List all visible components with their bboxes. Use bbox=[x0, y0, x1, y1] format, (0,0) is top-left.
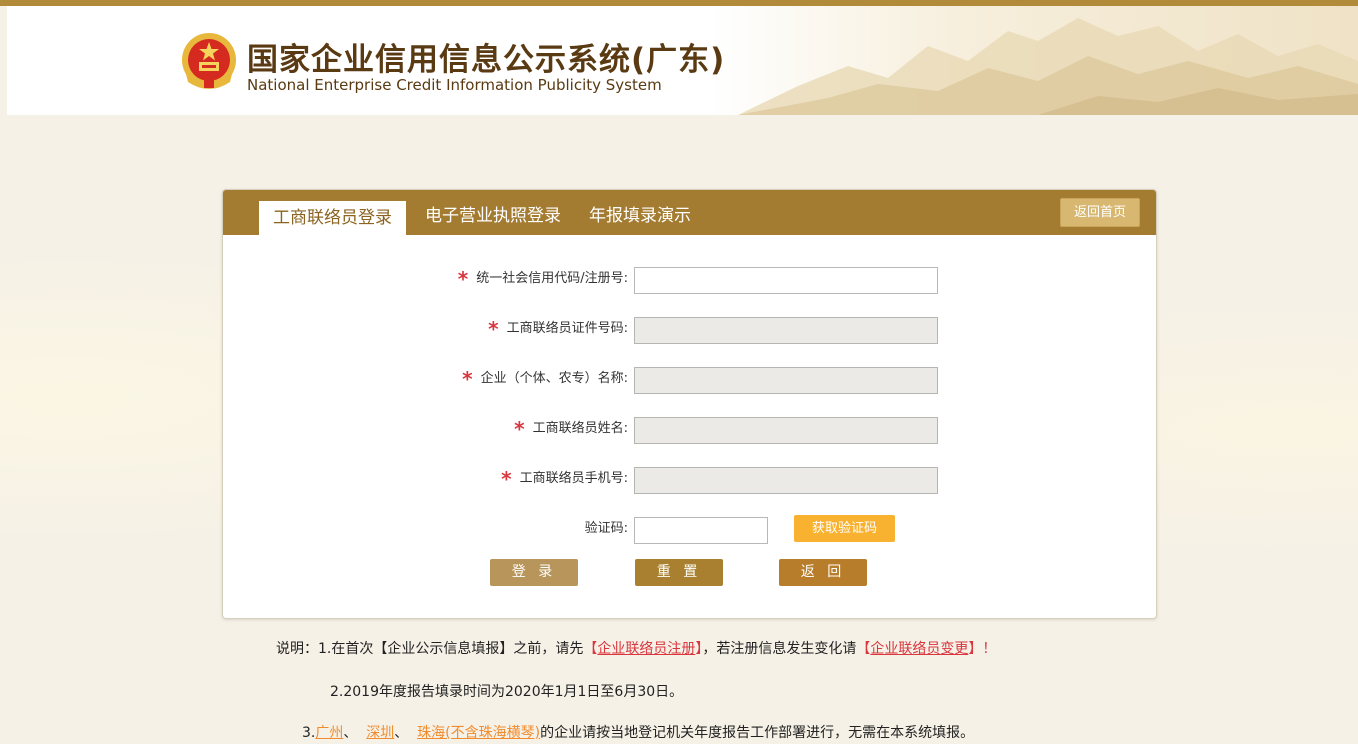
credit-code-input[interactable] bbox=[634, 267, 938, 294]
credit-code-label: * 统一社会信用代码/注册号: bbox=[457, 267, 628, 291]
liaison-name-input[interactable] bbox=[634, 417, 938, 444]
note-line-3: 3.广州、 深圳、 珠海(不含珠海横琴)的企业请按当地登记机关年度报告工作部署进… bbox=[302, 725, 975, 741]
note-line-1: 说明：1.在首次【企业公示信息填报】之前，请先【企业联络员注册】，若注册信息发生… bbox=[276, 641, 997, 657]
liaison-change-link[interactable]: 企业联络员变更 bbox=[870, 641, 968, 657]
form-row-phone: * 工商联络员手机号: bbox=[223, 467, 1156, 497]
national-emblem-icon bbox=[182, 33, 236, 89]
note-line-2: 2.2019年度报告填录时间为2020年1月1日至6月30日。 bbox=[330, 684, 684, 700]
back-button[interactable]: 返 回 bbox=[779, 559, 867, 586]
get-captcha-button[interactable]: 获取验证码 bbox=[794, 515, 895, 542]
reset-button[interactable]: 重 置 bbox=[635, 559, 723, 586]
shenzhen-link[interactable]: 深圳 bbox=[366, 725, 394, 741]
required-star: * bbox=[457, 267, 469, 291]
form-row-captcha: 验证码: 获取验证码 bbox=[223, 515, 1156, 547]
form-row-liaison-name: * 工商联络员姓名: bbox=[223, 417, 1156, 447]
site-title: 国家企业信用信息公示系统(广东) bbox=[247, 42, 726, 78]
login-button[interactable]: 登 录 bbox=[490, 559, 578, 586]
captcha-label: 验证码: bbox=[584, 521, 628, 536]
tab-annual-report-demo[interactable]: 年报填录演示 bbox=[589, 202, 691, 235]
phone-label: * 工商联络员手机号: bbox=[501, 467, 628, 491]
zhuhai-link[interactable]: 珠海(不含珠海横琴) bbox=[417, 725, 540, 741]
back-home-button[interactable]: 返回首页 bbox=[1060, 198, 1140, 227]
login-panel: 工商联络员登录 电子营业执照登录 年报填录演示 返回首页 * 统一社会信用代码/注… bbox=[222, 189, 1157, 619]
id-number-label: * 工商联络员证件号码: bbox=[488, 317, 628, 341]
tab-bar: 工商联络员登录 电子营业执照登录 年报填录演示 返回首页 bbox=[223, 190, 1156, 235]
required-star: * bbox=[501, 467, 512, 491]
form-row-credit-code: * 统一社会信用代码/注册号: bbox=[223, 267, 1156, 297]
guangzhou-link[interactable]: 广州 bbox=[315, 725, 343, 741]
form-row-company-name: * 企业（个体、农专）名称: bbox=[223, 367, 1156, 397]
required-star: * bbox=[488, 317, 499, 341]
company-name-input[interactable] bbox=[634, 367, 938, 394]
mountain-landscape bbox=[738, 18, 1358, 115]
liaison-name-label: * 工商联络员姓名: bbox=[514, 417, 628, 441]
form-row-id-number: * 工商联络员证件号码: bbox=[223, 317, 1156, 347]
tab-e-license-login[interactable]: 电子营业执照登录 bbox=[425, 202, 561, 235]
liaison-register-link[interactable]: 企业联络员注册 bbox=[597, 641, 695, 657]
company-name-label: * 企业（个体、农专）名称: bbox=[462, 367, 628, 391]
phone-input[interactable] bbox=[634, 467, 938, 494]
site-subtitle: National Enterprise Credit Information P… bbox=[247, 76, 662, 94]
captcha-input[interactable] bbox=[634, 517, 768, 544]
required-star: * bbox=[462, 367, 473, 391]
id-number-input[interactable] bbox=[634, 317, 938, 344]
tab-liaison-login[interactable]: 工商联络员登录 bbox=[259, 201, 406, 235]
required-star: * bbox=[514, 417, 525, 441]
site-header: 国家企业信用信息公示系统(广东) National Enterprise Cre… bbox=[7, 6, 1358, 115]
